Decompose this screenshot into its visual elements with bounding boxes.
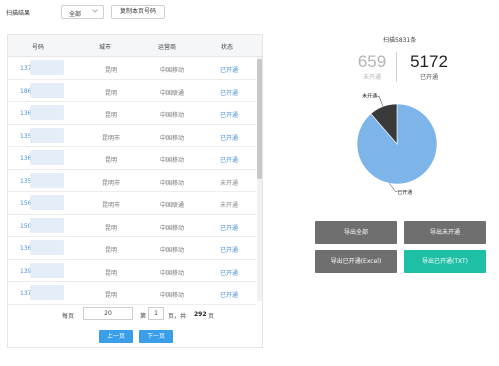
table-row: 137 昆明 中国移动 已开通 [8, 57, 256, 80]
table-row: 186 昆明 中国联通 已开通 [8, 80, 256, 102]
pie-label-not-open: 未开通 [362, 92, 377, 99]
status-cell: 未开通 [219, 202, 238, 209]
phone-mask [30, 150, 64, 165]
carrier-cell: 中国联通 [159, 202, 184, 209]
phone-mask [30, 240, 64, 255]
page-label-prefix: 第 [140, 313, 147, 320]
export-open-txt-button[interactable]: 导出已开通(TXT) [404, 250, 486, 273]
phone-mask [30, 262, 64, 278]
status-cell: 已开通 [219, 269, 238, 277]
carrier-cell: 中国移动 [159, 247, 184, 254]
page-label-middle: 页，共 [168, 313, 187, 320]
export-not-open-button[interactable]: 导出未开通 [404, 221, 486, 244]
city-cell: 昆明 [104, 247, 117, 254]
total-pages: 292 [194, 311, 207, 318]
per-page-value: 20 [104, 310, 112, 317]
city-cell: 昆明 [104, 224, 117, 232]
chevron-down-icon [92, 9, 98, 13]
scan-total-title: 扫描5831条 [383, 37, 417, 44]
table-row: 156 昆明市 中国联通 未开通 [8, 192, 256, 215]
city-cell: 昆明市 [101, 202, 120, 209]
phone-mask [30, 195, 64, 210]
current-page-input[interactable]: 1 [148, 307, 164, 320]
table-row: 139 昆明 中国移动 已开通 [8, 260, 256, 282]
scrollbar-thumb[interactable] [257, 59, 262, 179]
phone-mask [30, 60, 64, 75]
export-open-excel-button[interactable]: 导出已开通(Excel) [315, 250, 397, 273]
status-cell: 已开通 [219, 89, 238, 97]
status-filter-value: 全部 [69, 11, 82, 18]
status-cell: 已开通 [219, 157, 238, 164]
carrier-cell: 中国移动 [159, 112, 184, 119]
header-city: 城市 [99, 44, 112, 51]
status-filter-select[interactable]: 全部 [61, 5, 104, 19]
phone-mask [30, 217, 64, 233]
carrier-cell: 中国移动 [159, 179, 184, 187]
table-row: 135 昆明市 中国移动 已开通 [8, 125, 256, 147]
status-cell: 已开通 [219, 67, 238, 74]
city-cell: 昆明 [104, 292, 117, 299]
status-cell: 已开通 [219, 224, 238, 232]
city-cell: 昆明市 [101, 134, 120, 142]
carrier-cell: 中国联通 [159, 89, 184, 97]
not-open-stat: 659 未开通 [350, 52, 394, 81]
city-cell: 昆明 [104, 269, 117, 277]
carrier-cell: 中国移动 [159, 292, 184, 299]
open-label: 已开通 [419, 74, 438, 81]
open-count: 5172 [410, 52, 448, 71]
table-row: 135 昆明市 中国移动 未开通 [8, 170, 256, 192]
carrier-cell: 中国移动 [159, 269, 184, 277]
pagination: 每页 20 第 1 页，共 292 页 上一页 下一页 [8, 301, 262, 348]
status-cell: 已开通 [219, 247, 238, 254]
city-cell: 昆明 [104, 67, 117, 74]
phone-mask [30, 172, 64, 188]
phone-mask [30, 82, 64, 98]
table-row: 136 昆明 中国移动 已开通 [8, 102, 256, 125]
scan-result-label: 扫描结果 [6, 10, 31, 17]
copy-page-numbers-button[interactable]: 复制本页号码 [111, 5, 165, 19]
open-stat: 5172 已开通 [400, 52, 458, 81]
carrier-cell: 中国移动 [159, 134, 184, 142]
table-row: 136 昆明 中国移动 已开通 [8, 147, 256, 170]
phone-mask [30, 127, 64, 143]
phone-mask [30, 105, 64, 120]
export-all-button[interactable]: 导出全部 [315, 221, 397, 244]
table-row: 150 昆明 中国移动 已开通 [8, 215, 256, 237]
per-page-label: 每页 [62, 313, 75, 320]
status-cell: 已开通 [219, 292, 238, 299]
status-cell: 已开通 [219, 112, 238, 119]
city-cell: 昆明 [104, 157, 117, 164]
next-page-button[interactable]: 下一页 [139, 330, 173, 343]
stat-divider [396, 52, 397, 82]
current-page-value: 1 [154, 310, 158, 317]
per-page-input[interactable]: 20 [83, 307, 133, 320]
prev-page-button[interactable]: 上一页 [99, 330, 133, 343]
city-cell: 昆明市 [101, 179, 120, 187]
not-open-label: 未开通 [362, 74, 381, 81]
table-row: 136 昆明 中国移动 已开通 [8, 237, 256, 260]
city-cell: 昆明 [104, 89, 117, 97]
page-label-suffix: 页 [208, 313, 215, 320]
open-leader-line [389, 183, 398, 192]
phone-mask [30, 285, 64, 300]
city-cell: 昆明 [104, 112, 117, 119]
status-pie-chart: 已开通 未开通 [356, 92, 438, 196]
status-cell: 已开通 [219, 134, 238, 142]
carrier-cell: 中国移动 [159, 157, 184, 164]
results-table: 号码 城市 运营商 状态 137 昆明 中国移动 已开通 186 昆明 中国联通 已开通 136… [7, 34, 263, 348]
header-status: 状态 [221, 44, 234, 51]
not-open-count: 659 [357, 52, 387, 71]
carrier-cell: 中国移动 [159, 224, 184, 232]
table-header: 号码 城市 运营商 状态 [8, 35, 262, 57]
table-scrollbar[interactable] [257, 57, 262, 301]
header-carrier: 运营商 [158, 44, 177, 51]
status-cell: 未开通 [219, 179, 238, 187]
toolbar: 扫描结果 全部 复制本页号码 [0, 0, 499, 22]
pie-label-open: 已开通 [397, 189, 412, 196]
header-phone: 号码 [32, 44, 45, 51]
not-open-leader-line [377, 96, 384, 107]
carrier-cell: 中国移动 [159, 67, 184, 74]
